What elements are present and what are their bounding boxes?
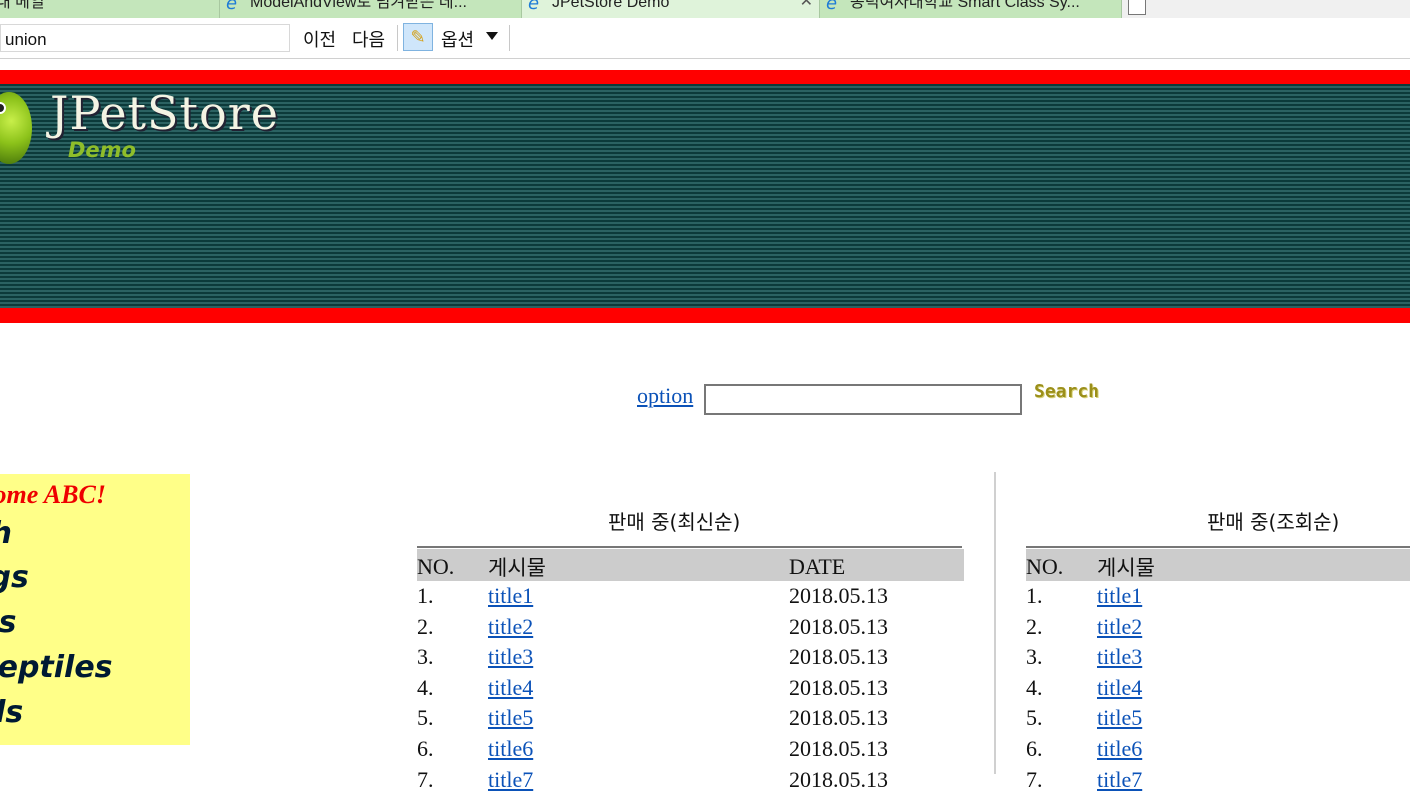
separator (397, 25, 398, 51)
header-no: NO. (1026, 554, 1064, 579)
browser-tab-jpetstore[interactable]: e JPetStore Demo ✕ (522, 0, 820, 18)
post-title-link[interactable]: title2 (1097, 614, 1142, 640)
row-number: 2. (1026, 613, 1043, 639)
browser-tab-smartclass[interactable]: e 동덕여자대학교 Smart Class Sy... (820, 0, 1122, 18)
category-link-cats[interactable]: Cats (0, 605, 16, 640)
find-options-button[interactable]: 옵션 (441, 26, 474, 52)
category-link-reptiles[interactable]: Reptiles (0, 650, 113, 685)
post-title-link[interactable]: title7 (488, 767, 533, 793)
post-title-link[interactable]: title5 (1097, 705, 1142, 731)
tab-title: 내 메일 (0, 0, 45, 11)
row-number: 2. (417, 613, 434, 639)
table-header: NO. 게시물 (1026, 549, 1410, 581)
site-logo[interactable]: JPetStore (50, 86, 279, 140)
post-title-link[interactable]: title1 (1097, 583, 1142, 609)
row-number: 3. (1026, 644, 1043, 670)
divider (1026, 546, 1410, 548)
column-divider (994, 472, 996, 774)
post-title-link[interactable]: title5 (488, 705, 533, 731)
row-number: 1. (1026, 583, 1043, 608)
page-header: JPetStore Demo (0, 70, 1410, 323)
row-number: 7. (1026, 766, 1043, 792)
post-date: 2018.05.13 (789, 674, 888, 700)
post-date: 2018.05.13 (789, 766, 888, 792)
post-date: 2018.05.13 (789, 705, 888, 731)
category-link-fish[interactable]: Fish (0, 516, 12, 551)
post-date: 2018.05.13 (789, 583, 888, 608)
category-link-dogs[interactable]: Dogs (0, 560, 29, 595)
row-number: 3. (417, 644, 434, 670)
browser-tab-mail[interactable]: 내 메일 (0, 0, 220, 18)
search-input[interactable] (704, 384, 1022, 415)
search-button[interactable]: Search (1034, 381, 1099, 402)
post-title-link[interactable]: title4 (1097, 675, 1142, 701)
ie-icon: e (826, 0, 838, 14)
site-logo-subtitle: Demo (68, 138, 136, 162)
header-no: NO. (417, 554, 455, 579)
row-number: 6. (417, 736, 434, 761)
new-tab-button[interactable] (1128, 0, 1146, 15)
row-number: 7. (417, 766, 434, 792)
tab-title: 동덕여자대학교 Smart Class Sy... (850, 0, 1080, 11)
banner: JPetStore Demo (0, 84, 1410, 308)
header-date: DATE (789, 554, 846, 579)
row-number: 6. (1026, 736, 1043, 761)
browser-tab-modelandview[interactable]: e ModelAndView로 넘겨받은 데... (220, 0, 522, 18)
panel-title: 판매 중(최신순) (608, 510, 741, 534)
post-title-link[interactable]: title6 (488, 736, 533, 762)
close-icon[interactable]: ✕ (800, 0, 813, 10)
find-input[interactable]: union (0, 24, 290, 52)
welcome-greeting: Welcome ABC! (0, 480, 106, 509)
tab-title: JPetStore Demo (552, 0, 670, 11)
category-link-birds[interactable]: Birds (0, 695, 23, 730)
parrot-eye (0, 102, 6, 114)
row-number: 5. (417, 705, 434, 731)
table-header: NO. 게시물 DATE (417, 549, 964, 581)
row-number: 1. (417, 583, 434, 608)
find-bar: union 이전 다음 ✎ 옵션 (0, 18, 1410, 59)
post-title-link[interactable]: title2 (488, 614, 533, 640)
row-number: 4. (1026, 674, 1043, 700)
find-prev-button[interactable]: 이전 (303, 26, 336, 52)
panel-title: 판매 중(조회순) (1207, 510, 1340, 534)
search-option-link[interactable]: option (637, 383, 693, 409)
post-date: 2018.05.13 (789, 736, 888, 761)
post-title-link[interactable]: title3 (488, 644, 533, 670)
ie-icon: e (528, 0, 540, 14)
post-title-link[interactable]: title1 (488, 583, 533, 609)
post-date: 2018.05.13 (789, 644, 888, 670)
post-title-link[interactable]: title3 (1097, 644, 1142, 670)
post-title-link[interactable]: title7 (1097, 767, 1142, 793)
tab-title: ModelAndView로 넘겨받은 데... (250, 0, 467, 11)
separator (509, 25, 510, 51)
browser-tab-strip: 내 메일 e ModelAndView로 넘겨받은 데... e JPetSto… (0, 0, 1410, 18)
header-post: 게시물 (488, 556, 546, 580)
highlight-pencil-icon[interactable]: ✎ (403, 23, 433, 51)
chevron-down-icon[interactable] (486, 32, 498, 40)
welcome-sidebar: Welcome ABC! Fish Dogs Cats Reptiles Bir… (0, 474, 190, 745)
header-post: 게시물 (1097, 556, 1155, 580)
divider (417, 546, 962, 548)
row-number: 5. (1026, 705, 1043, 731)
row-number: 4. (417, 674, 434, 700)
post-date: 2018.05.13 (789, 613, 888, 639)
find-next-button[interactable]: 다음 (352, 26, 385, 52)
ie-icon: e (226, 0, 238, 14)
post-title-link[interactable]: title4 (488, 675, 533, 701)
post-title-link[interactable]: title6 (1097, 736, 1142, 762)
parrot-logo-icon[interactable] (0, 92, 32, 164)
